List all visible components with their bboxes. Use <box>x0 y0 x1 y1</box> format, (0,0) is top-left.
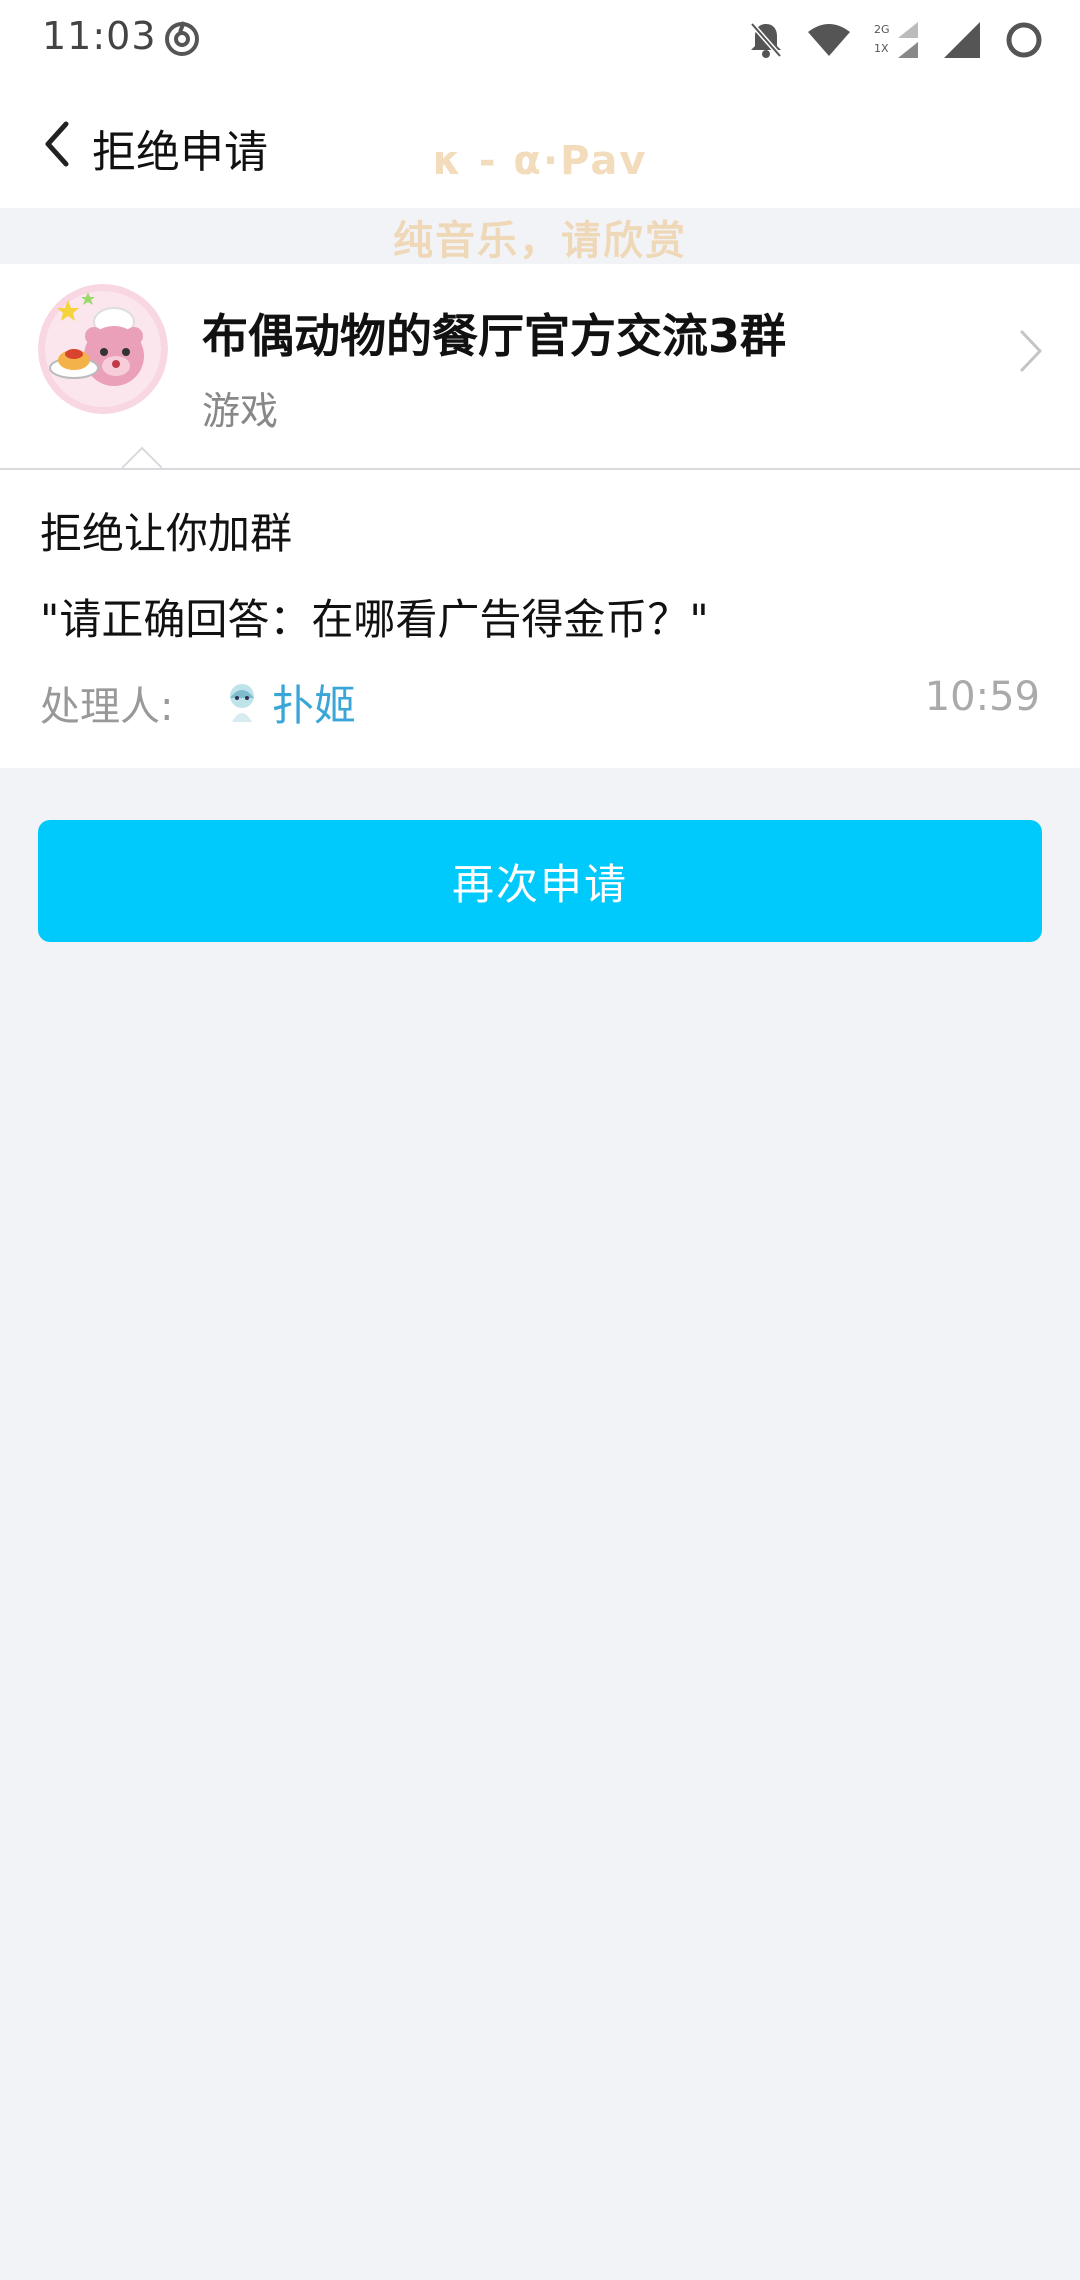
signal-2g-1x-icon: 2G 1X <box>874 22 918 58</box>
reapply-button-label: 再次申请 <box>451 860 628 908</box>
handler-name-link[interactable]: 扑姬 <box>272 672 356 733</box>
group-avatar <box>38 284 168 414</box>
status-bar: 11:03 2G 1X <box>0 0 1080 80</box>
processed-time: 10:59 <box>924 674 1040 720</box>
group-card[interactable]: 布偶动物的餐厅官方交流3群 游戏 <box>0 264 1080 470</box>
network-label-2g: 2G <box>874 23 890 36</box>
wifi-icon <box>808 24 850 56</box>
handler-avatar[interactable] <box>222 680 262 724</box>
group-category: 游戏 <box>202 389 279 433</box>
netease-music-icon <box>165 21 199 56</box>
battery-ring-icon <box>1006 22 1042 58</box>
overlay-text-line2: 纯音乐，请欣赏 <box>393 218 687 264</box>
network-label-1x: 1X <box>874 42 889 55</box>
bell-off-icon <box>750 22 782 58</box>
rejection-reason: "请正确回答：在哪看广告得金币？" <box>40 595 709 644</box>
group-name: 布偶动物的餐厅官方交流3群 <box>202 309 787 363</box>
pointer-caret <box>122 446 162 468</box>
status-icons: 2G 1X <box>748 18 1044 62</box>
reapply-button[interactable]: 再次申请 <box>38 820 1042 942</box>
handler-label: 处理人: <box>40 684 174 730</box>
overlay-text-line1: κ - α·Pav <box>432 138 648 184</box>
status-time: 11:03 <box>42 14 157 58</box>
rejection-detail-card: 拒绝让你加群 "请正确回答：在哪看广告得金币？" 处理人: 扑姬 10:59 <box>0 470 1080 768</box>
signal-icon <box>944 22 980 58</box>
rejection-title: 拒绝让你加群 <box>40 509 293 558</box>
chevron-right-icon <box>1020 330 1042 372</box>
